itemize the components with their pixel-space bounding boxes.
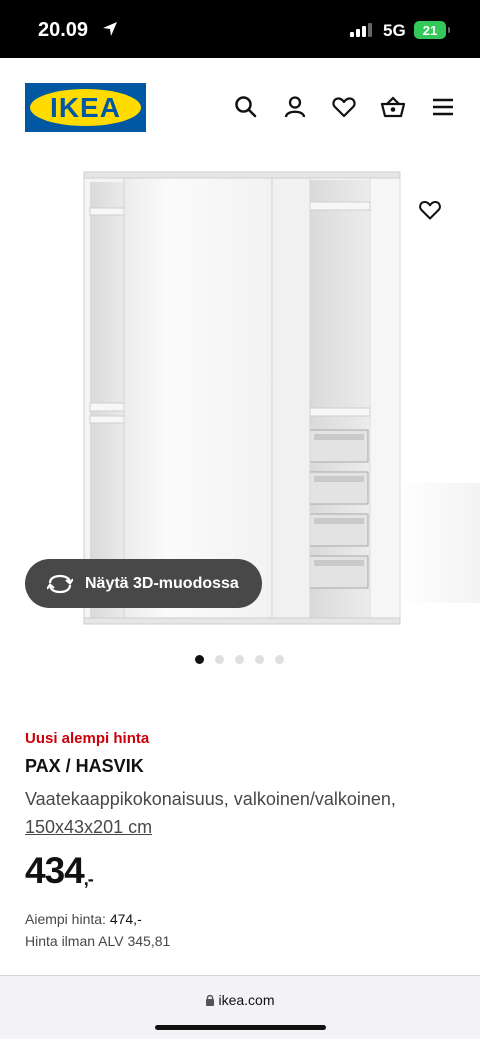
gallery-dot[interactable]	[235, 655, 244, 664]
clock: 20.09	[38, 19, 89, 41]
price-suffix: ,-	[83, 869, 94, 889]
product-description-text: Vaatekaappikokonaisuus, valkoinen/valkoi…	[25, 789, 396, 809]
product-summary: Uusi alempi hinta PAX / HASVIK Vaatekaap…	[25, 730, 465, 952]
heart-icon[interactable]	[331, 94, 357, 120]
gallery-dot[interactable]	[255, 655, 264, 664]
site-header: IKEA	[0, 58, 480, 158]
basket-icon[interactable]	[380, 94, 406, 120]
search-icon[interactable]	[233, 94, 259, 120]
lock-icon	[206, 994, 215, 1006]
gallery-dot[interactable]	[215, 655, 224, 664]
network-label: 5G	[383, 21, 406, 40]
battery-level: 21	[422, 22, 438, 38]
logo-oval: IKEA	[30, 89, 141, 126]
save-to-favourites-icon[interactable]	[418, 198, 442, 222]
status-bar: 20.09 5G 21	[0, 0, 480, 58]
previous-price: Aiempi hinta: 474,-	[25, 908, 465, 930]
price-value: 434	[25, 850, 85, 891]
home-indicator[interactable]	[155, 1025, 326, 1030]
previous-price-value: 474,-	[109, 911, 142, 927]
battery-icon: 21	[414, 21, 450, 39]
user-icon[interactable]	[282, 94, 308, 120]
browser-bottom-bar: ikea.com	[0, 975, 480, 1039]
product-size-link[interactable]: 150x43x201 cm	[25, 817, 152, 837]
ikea-logo[interactable]: IKEA	[25, 83, 146, 132]
product-price: 434,-	[25, 850, 465, 892]
menu-icon[interactable]	[430, 94, 456, 120]
url-text: ikea.com	[218, 992, 275, 1008]
signal-icon	[350, 23, 372, 37]
gallery-pagination	[195, 655, 284, 664]
address-bar[interactable]: ikea.com	[0, 992, 480, 1008]
view-in-3d-button[interactable]: Näytä 3D-muodossa	[25, 559, 262, 608]
gallery-dot[interactable]	[195, 655, 204, 664]
location-arrow-icon	[103, 22, 117, 36]
previous-price-label: Aiempi hinta:	[25, 911, 106, 927]
product-description: Vaatekaappikokonaisuus, valkoinen/valkoi…	[25, 785, 465, 841]
price-excluding-vat: Hinta ilman ALV 345,81	[25, 933, 171, 949]
price-details: Aiempi hinta: 474,- Hinta ilman ALV 345,…	[25, 908, 465, 952]
rotate-3d-icon	[47, 574, 73, 593]
logo-text: IKEA	[50, 91, 121, 123]
new-lower-price-badge: Uusi alempi hinta	[25, 730, 150, 747]
gallery-dot[interactable]	[275, 655, 284, 664]
product-name: PAX / HASVIK	[25, 756, 144, 776]
view-in-3d-label: Näytä 3D-muodossa	[85, 574, 239, 592]
